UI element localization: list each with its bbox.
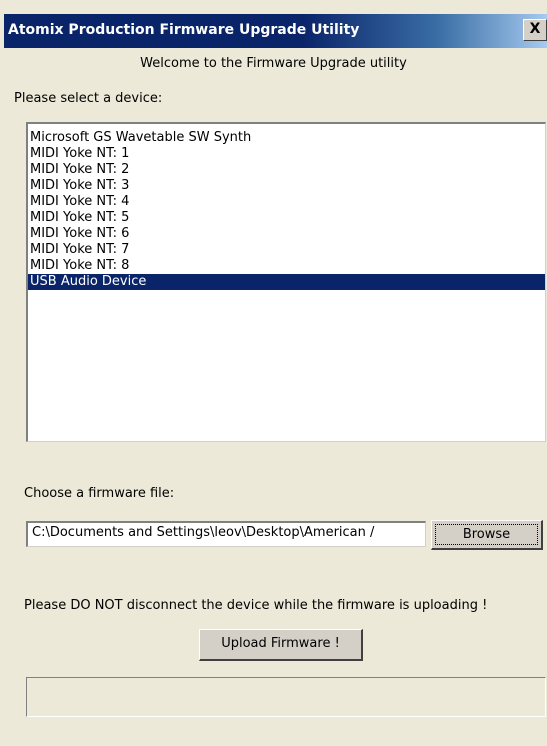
close-button[interactable]: X <box>523 19 547 41</box>
firmware-file-label: Choose a firmware file: <box>24 486 175 501</box>
upload-progress-bar <box>26 677 546 717</box>
firmware-path-field[interactable]: C:\Documents and Settings\leov\Desktop\A… <box>26 521 426 547</box>
disconnect-warning: Please DO NOT disconnect the device whil… <box>24 598 488 613</box>
device-list-item[interactable]: MIDI Yoke NT: 5 <box>28 210 545 226</box>
firmware-upgrade-window: Atomix Production Firmware Upgrade Utili… <box>0 0 547 746</box>
device-list-item[interactable]: Microsoft GS Wavetable SW Synth <box>28 130 545 146</box>
device-list-item[interactable]: MIDI Yoke NT: 4 <box>28 194 545 210</box>
device-list-item[interactable]: MIDI Yoke NT: 6 <box>28 226 545 242</box>
window-title: Atomix Production Firmware Upgrade Utili… <box>8 22 360 38</box>
device-select-label: Please select a device: <box>14 91 163 106</box>
device-list-item[interactable]: USB Audio Device <box>28 274 545 290</box>
device-list-item[interactable]: MIDI Yoke NT: 8 <box>28 258 545 274</box>
title-bar[interactable]: Atomix Production Firmware Upgrade Utili… <box>4 14 547 48</box>
device-list-item[interactable]: MIDI Yoke NT: 7 <box>28 242 545 258</box>
welcome-text: Welcome to the Firmware Upgrade utility <box>140 56 407 71</box>
upload-firmware-button[interactable]: Upload Firmware ! <box>199 629 363 661</box>
device-list-item[interactable]: MIDI Yoke NT: 1 <box>28 146 545 162</box>
device-list-item[interactable]: MIDI Yoke NT: 2 <box>28 162 545 178</box>
device-listbox[interactable]: Microsoft GS Wavetable SW Synth MIDI Yoke… <box>26 122 546 442</box>
browse-button-label: Browse <box>435 524 538 545</box>
device-list-item[interactable]: MIDI Yoke NT: 3 <box>28 178 545 194</box>
close-icon: X <box>529 21 541 37</box>
browse-button[interactable]: Browse <box>431 520 543 550</box>
